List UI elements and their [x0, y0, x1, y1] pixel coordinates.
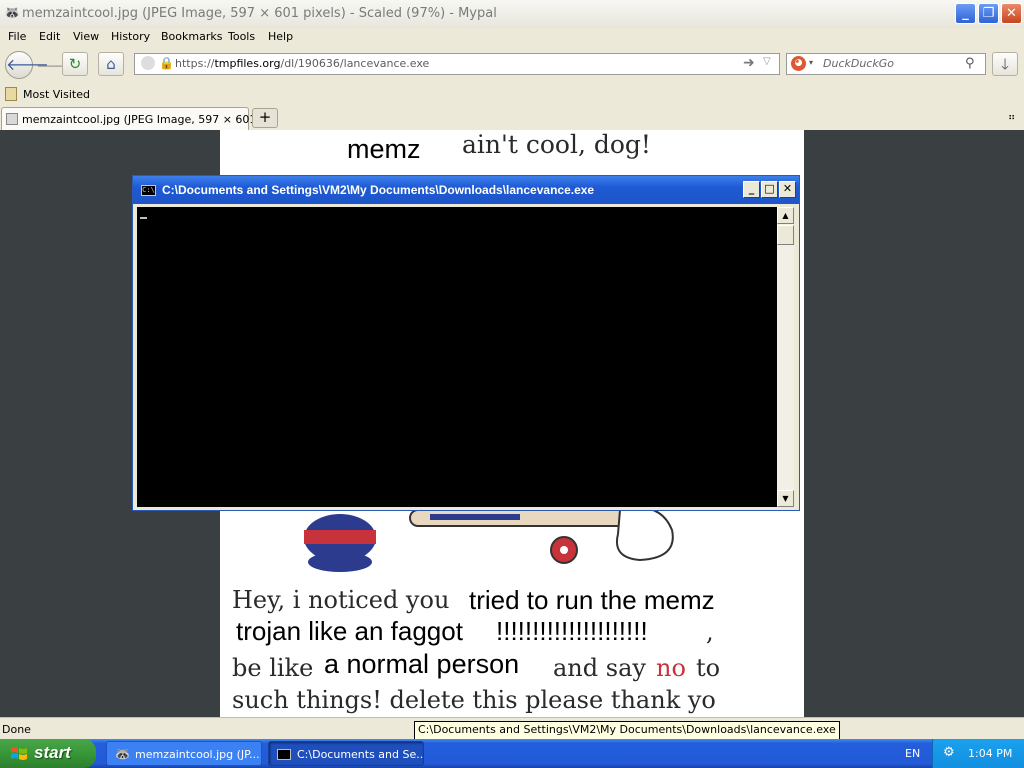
console-maximize-button[interactable]: □: [761, 181, 778, 198]
console-window[interactable]: C:\ C:\Documents and Settings\VM2\My Doc…: [132, 175, 800, 511]
console-title: C:\Documents and Settings\VM2\My Documen…: [162, 183, 595, 197]
new-tab-button[interactable]: +: [252, 108, 278, 128]
language-indicator[interactable]: EN: [905, 747, 920, 760]
taskbar-item-label: C:\Documents and Se...: [297, 748, 424, 761]
console-icon: C:\: [141, 185, 156, 196]
search-input[interactable]: DuckDuckGo: [823, 57, 894, 70]
meme-line3-b: a normal person: [324, 649, 520, 679]
tab-memzaintcool[interactable]: memzaintcool.jpg (JPEG Image, 597 × 601 …: [1, 107, 277, 130]
meme-line4: such things! delete this please thank yo: [232, 686, 716, 714]
meme-text-aint-cool: ain't cool, dog!: [462, 130, 651, 159]
window-title: memzaintcool.jpg (JPEG Image, 597 × 601 …: [22, 6, 497, 21]
start-label: start: [34, 743, 71, 762]
status-text: Done: [2, 723, 31, 736]
console-close-button[interactable]: ✕: [779, 181, 796, 198]
console-minimize-button[interactable]: _: [743, 181, 760, 198]
back-arrow-icon[interactable]: 🡐: [5, 51, 49, 79]
bookmarks-toolbar: Most Visited: [0, 84, 1024, 106]
search-bar[interactable]: ◕ ▾ DuckDuckGo ⚲: [786, 53, 986, 75]
console-icon: [277, 749, 291, 760]
meme-line2-a: trojan like an faggot: [236, 616, 463, 646]
tab-title: memzaintcool.jpg (JPEG Image, 597 × 601 …: [22, 113, 278, 126]
taskbar-item-console[interactable]: C:\Documents and Se...: [268, 741, 424, 766]
menu-file[interactable]: File: [8, 30, 26, 43]
menu-edit[interactable]: Edit: [39, 30, 60, 43]
home-icon[interactable]: ⌂: [98, 52, 124, 76]
url-text: https://tmpfiles.org/dl/190636/lancevanc…: [175, 57, 430, 70]
taskbar-item-label: memzaintcool.jpg (JP...: [135, 748, 260, 761]
search-icon[interactable]: ⚲: [965, 56, 975, 71]
start-button[interactable]: start: [0, 739, 96, 768]
link-tooltip: C:\Documents and Settings\VM2\My Documen…: [414, 721, 840, 740]
image-favicon-icon: [6, 113, 18, 125]
taskbar-item-browser[interactable]: 🦝 memzaintcool.jpg (JP...: [106, 741, 262, 766]
meme-line3-c: and say: [553, 654, 646, 682]
scroll-down-icon[interactable]: ▼: [777, 490, 794, 507]
scroll-thumb[interactable]: [777, 225, 794, 245]
minimize-button[interactable]: _: [955, 3, 976, 24]
close-button[interactable]: ✕: [1001, 3, 1022, 24]
downloads-icon[interactable]: 🡓: [992, 52, 1018, 76]
meme-text-memz: memz: [347, 134, 421, 164]
cartoon-illustration: [304, 506, 674, 572]
bookmark-most-visited[interactable]: Most Visited: [23, 88, 90, 101]
lock-icon: 🔒: [159, 56, 174, 70]
system-tray: ⚙ 1:04 PM: [932, 739, 1024, 768]
duckduckgo-icon[interactable]: ◕: [791, 56, 806, 71]
meme-line1-a: Hey, i noticed you: [232, 586, 450, 614]
mypal-app-icon: 🦝: [4, 6, 21, 21]
mypal-icon: 🦝: [115, 747, 130, 761]
meme-line3-no: no: [656, 654, 686, 682]
scroll-up-icon[interactable]: ▲: [777, 207, 794, 224]
url-dropdown-icon[interactable]: ▽: [763, 56, 771, 67]
console-output[interactable]: [137, 207, 777, 507]
windows-logo-icon: [11, 747, 27, 760]
menu-help[interactable]: Help: [268, 30, 293, 43]
menu-view[interactable]: View: [73, 30, 99, 43]
search-engine-dropdown-icon[interactable]: ▾: [809, 58, 813, 67]
menu-tools[interactable]: Tools: [228, 30, 255, 43]
navigation-toolbar: 🡐 🡒 ↻ ⌂ 🔒 https://tmpfiles.org/dl/190636…: [0, 46, 1024, 84]
identity-icon[interactable]: [141, 56, 155, 70]
tab-list-icon[interactable]: ⠶: [1008, 112, 1015, 123]
meme-line3-a: be like: [232, 654, 314, 682]
url-bar[interactable]: 🔒 https://tmpfiles.org/dl/190636/lanceva…: [134, 53, 780, 75]
console-scrollbar[interactable]: ▲ ▼: [777, 207, 794, 507]
tab-strip: memzaintcool.jpg (JPEG Image, 597 × 601 …: [0, 106, 1024, 131]
taskbar: start 🦝 memzaintcool.jpg (JP... C:\Docum…: [0, 739, 1024, 768]
meme-line3-e: to: [696, 654, 721, 682]
console-title-bar[interactable]: C:\ C:\Documents and Settings\VM2\My Doc…: [133, 176, 799, 204]
bookmark-folder-icon: [5, 87, 17, 101]
meme-line2-c: ,: [706, 618, 714, 646]
restore-button[interactable]: ❐: [978, 3, 999, 24]
menu-bar: File Edit View History Bookmarks Tools H…: [0, 28, 1024, 46]
meme-line2-b: !!!!!!!!!!!!!!!!!!!!!: [496, 616, 648, 646]
meme-line1-b: tried to run the memz: [469, 585, 715, 615]
browser-title-bar[interactable]: 🦝 memzaintcool.jpg (JPEG Image, 597 × 60…: [0, 0, 1024, 29]
menu-history[interactable]: History: [111, 30, 150, 43]
network-icon[interactable]: ⚙: [943, 745, 959, 761]
console-cursor: [140, 217, 147, 219]
go-arrow-icon[interactable]: ➜: [743, 55, 755, 71]
reload-icon[interactable]: ↻: [62, 52, 88, 76]
clock[interactable]: 1:04 PM: [968, 747, 1012, 760]
menu-bookmarks[interactable]: Bookmarks: [161, 30, 222, 43]
